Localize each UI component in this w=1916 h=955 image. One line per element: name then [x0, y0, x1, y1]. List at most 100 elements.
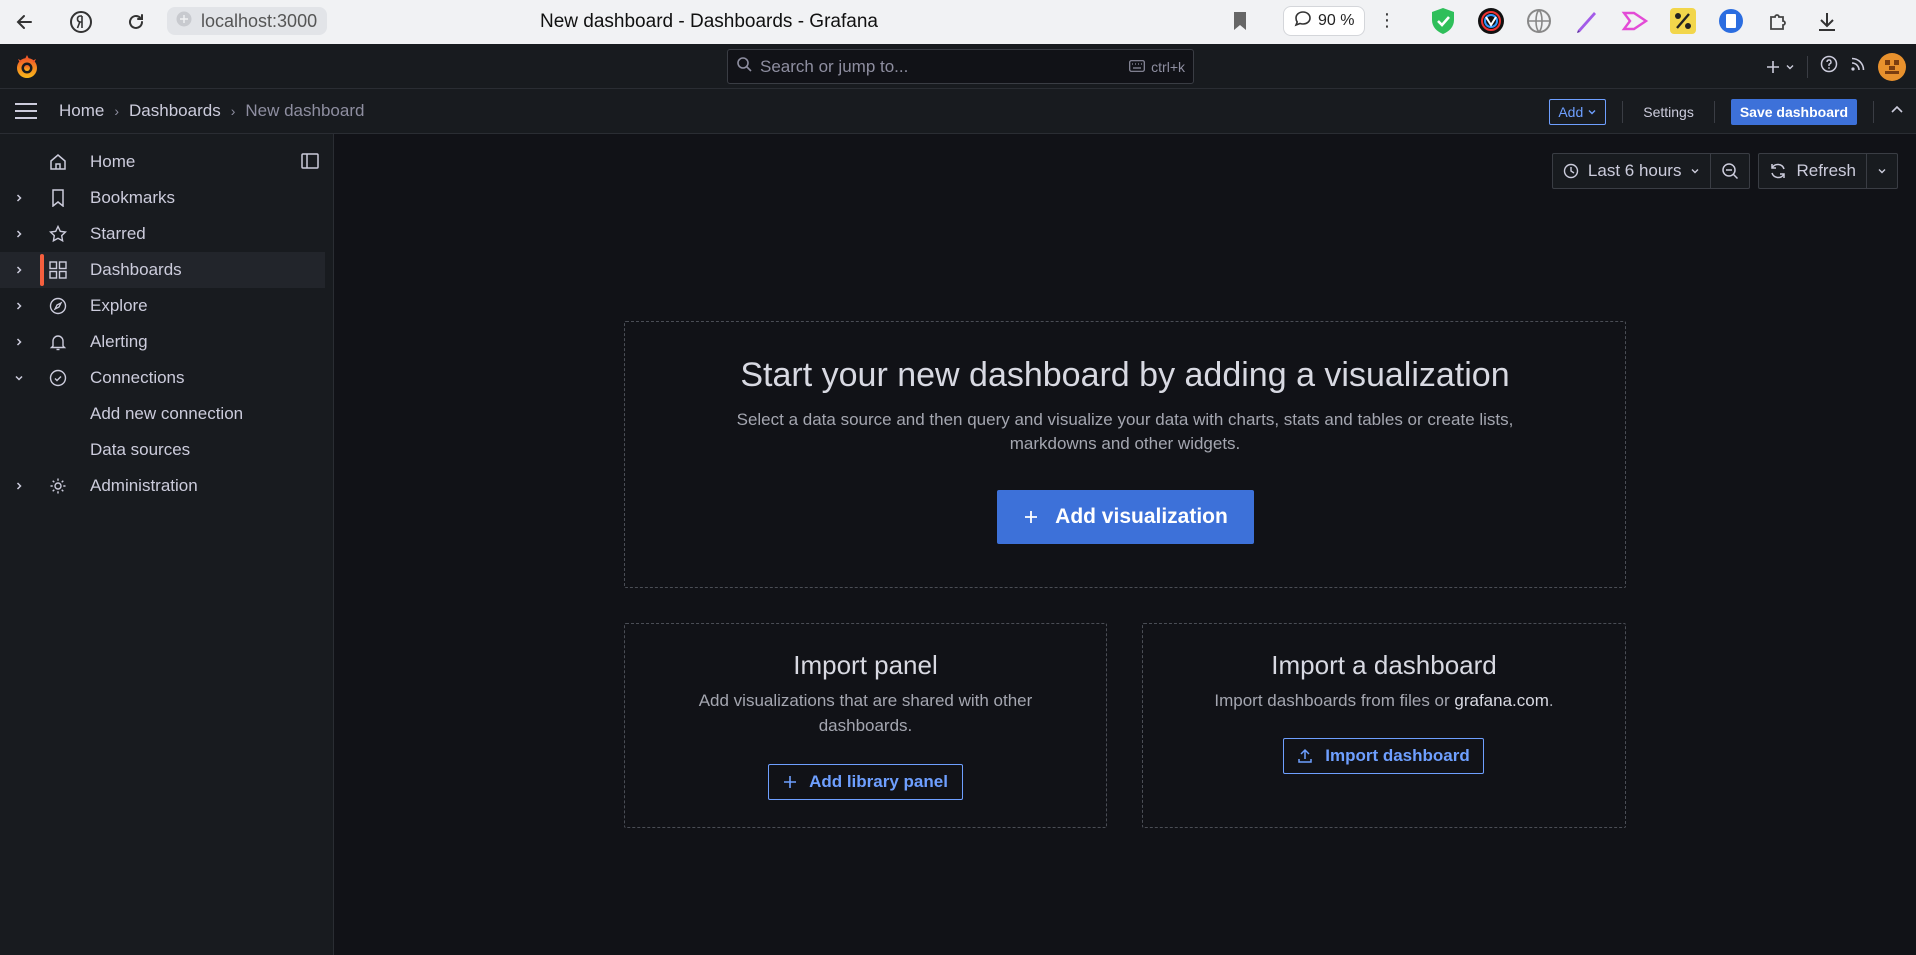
news-rss-icon[interactable] [1850, 56, 1866, 77]
empty-dashboard-card: Start your new dashboard by adding a vis… [624, 321, 1626, 588]
keyboard-icon [1129, 59, 1146, 75]
arrow-extension-icon[interactable] [1620, 6, 1650, 36]
zoom-out-button[interactable] [1711, 154, 1749, 188]
browser-toolbar: localhost:3000 New dashboard - Dashboard… [0, 0, 1916, 44]
chevron-right-icon[interactable] [12, 227, 26, 241]
sidebar-item-label: Explore [90, 296, 148, 315]
clock-icon [1563, 163, 1579, 179]
document-extension-icon[interactable] [1716, 6, 1746, 36]
address-bar[interactable]: localhost:3000 [167, 7, 328, 35]
sidebar-item-label: Dashboards [90, 260, 182, 279]
zoom-level: 90 % [1318, 12, 1355, 29]
bookmark-page-icon[interactable] [1232, 10, 1248, 37]
breadcrumb: Home › Dashboards › New dashboard [59, 89, 364, 133]
sidebar-item-label: Connections [90, 368, 185, 387]
refresh-interval-dropdown[interactable] [1867, 154, 1897, 188]
chevron-down-icon [1878, 169, 1886, 174]
chevron-down-icon [1691, 169, 1699, 174]
cog-icon [48, 476, 68, 496]
more-vert-icon[interactable]: ⋮ [1378, 10, 1396, 31]
chevron-right-icon[interactable] [12, 263, 26, 277]
sidebar-item-connections[interactable]: Connections [0, 360, 325, 396]
refresh-button[interactable]: Refresh [1759, 154, 1866, 188]
breadcrumb-current: New dashboard [245, 101, 365, 120]
chevron-right-icon[interactable] [12, 335, 26, 349]
chevron-down-icon [1588, 110, 1596, 115]
import-dashboard-desc-suffix: . [1548, 691, 1554, 710]
breadcrumb-dashboards[interactable]: Dashboards [129, 101, 221, 121]
chevron-right-icon[interactable] [12, 191, 26, 205]
add-library-panel-button[interactable]: Add library panel [768, 764, 963, 800]
zoom-indicator[interactable]: 90 % [1283, 6, 1366, 36]
help-icon[interactable] [1820, 55, 1838, 78]
sidebar-item-label: Administration [90, 476, 198, 495]
grafana-com-link[interactable]: grafana.com [1454, 691, 1549, 710]
plus-icon [784, 776, 797, 788]
globe-extension-icon[interactable] [1524, 6, 1554, 36]
breadcrumb-home[interactable]: Home [59, 101, 104, 121]
add-button[interactable]: Add [1549, 99, 1607, 125]
rainbow-extension-icon[interactable] [1476, 6, 1506, 36]
import-dashboard-title: Import a dashboard [1271, 650, 1497, 680]
pen-extension-icon[interactable] [1572, 6, 1602, 36]
settings-button[interactable]: Settings [1639, 104, 1698, 120]
empty-state-title: Start your new dashboard by adding a vis… [740, 356, 1510, 394]
bell-icon [48, 332, 68, 352]
search-shortcut: ctrl+k [1151, 58, 1185, 75]
sidebar-item-home[interactable]: Home [0, 144, 325, 180]
sidebar-item-label: Home [90, 152, 136, 171]
chevron-down-icon[interactable] [12, 371, 26, 385]
import-dashboard-card: Import a dashboard Import dashboards fro… [1142, 623, 1626, 828]
chevron-right-icon[interactable] [12, 299, 26, 313]
collapse-chevron-up-icon[interactable] [1890, 103, 1904, 122]
sync-icon [1771, 163, 1786, 179]
chevron-right-icon[interactable] [12, 479, 26, 493]
yandex-icon[interactable] [62, 0, 100, 44]
time-range-picker[interactable]: Last 6 hours [1553, 154, 1711, 188]
import-dashboard-desc-text: Import dashboards from files or [1214, 691, 1455, 710]
user-avatar[interactable] [1878, 52, 1906, 81]
compass-icon [48, 296, 68, 316]
percent-extension-icon[interactable] [1668, 6, 1698, 36]
download-icon[interactable] [1812, 6, 1842, 36]
puzzle-extension-icon[interactable] [1764, 6, 1794, 36]
chevron-down-icon [1786, 64, 1794, 69]
sidebar-item-add-new-connection[interactable]: Add new connection [90, 396, 243, 432]
save-dashboard-button[interactable]: Save dashboard [1730, 99, 1857, 125]
import-panel-card: Import panel Add visualizations that are… [624, 623, 1107, 828]
import-panel-description: Add visualizations that are shared with … [698, 691, 1033, 735]
sidebar-item-starred[interactable]: Starred [0, 216, 325, 252]
import-dashboard-description: Import dashboards from files or grafana.… [1183, 688, 1585, 713]
empty-state-description: Select a data source and then query and … [736, 410, 1514, 453]
import-panel-title: Import panel [793, 650, 938, 680]
new-plus-icon[interactable] [1765, 59, 1795, 75]
sidebar-item-explore[interactable]: Explore [0, 288, 325, 324]
import-dashboard-button[interactable]: Import dashboard [1283, 738, 1484, 774]
sidebar-item-bookmarks[interactable]: Bookmarks [0, 180, 325, 216]
dashboard-canvas: Last 6 hours Refresh Start your new dash… [334, 134, 1916, 955]
sidebar-item-alerting[interactable]: Alerting [0, 324, 325, 360]
site-info-icon[interactable] [175, 10, 193, 33]
chevron-right-icon: › [114, 103, 120, 119]
reload-icon[interactable] [117, 0, 155, 44]
add-button-label: Add [1558, 104, 1584, 120]
shield-extension-icon[interactable] [1428, 6, 1458, 36]
upload-icon [1298, 748, 1312, 763]
sidebar-item-data-sources[interactable]: Data sources [90, 432, 190, 468]
sidebar-item-label: Bookmarks [90, 188, 176, 207]
refresh-label: Refresh [1796, 161, 1856, 180]
chevron-right-icon: › [230, 103, 236, 119]
grafana-logo-icon[interactable] [14, 54, 40, 85]
time-range-label: Last 6 hours [1587, 161, 1682, 180]
link-icon [48, 368, 68, 388]
add-visualization-button[interactable]: Add visualization [997, 490, 1254, 544]
star-icon [48, 224, 68, 244]
sidebar-item-dashboards[interactable]: Dashboards [0, 252, 325, 288]
dashboard-nav-bar: Home › Dashboards › New dashboard Add Se… [0, 89, 1916, 134]
plus-icon [1025, 511, 1038, 523]
back-icon[interactable] [6, 0, 44, 44]
sidebar-item-administration[interactable]: Administration [0, 468, 325, 504]
menu-icon[interactable] [14, 101, 38, 126]
url-text: localhost:3000 [201, 10, 318, 31]
search-input[interactable]: Search or jump to... ctrl+k [727, 49, 1194, 84]
